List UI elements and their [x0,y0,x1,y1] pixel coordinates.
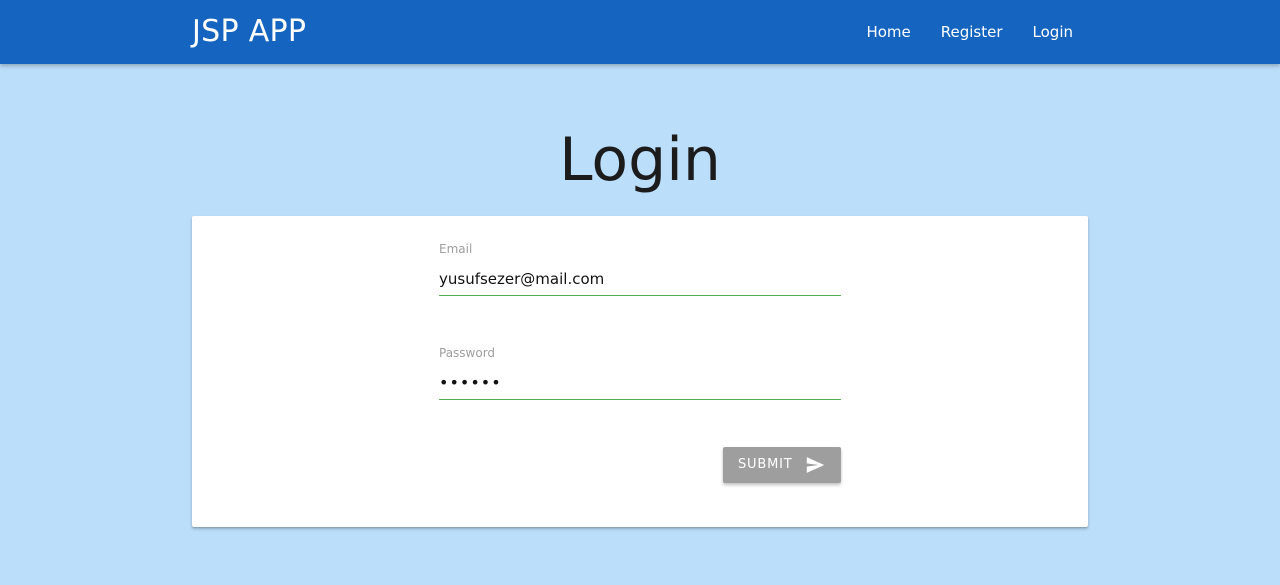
submit-button-label: SUBMIT [738,457,793,472]
nav-links: Home Register Login [851,0,1088,64]
email-input[interactable] [439,262,841,296]
navbar: JSP APP Home Register Login [0,0,1280,64]
brand-logo[interactable]: JSP APP [192,12,306,52]
page-title: Login [559,125,721,195]
nav-link-login[interactable]: Login [1018,0,1088,64]
password-field-group: Password [439,346,841,400]
email-field-group: Email [439,242,841,296]
nav-link-register[interactable]: Register [926,0,1018,64]
nav-link-home[interactable]: Home [851,0,925,64]
email-label: Email [439,242,473,256]
send-icon [806,457,825,473]
login-card: Email Password SUBMIT [192,216,1088,527]
password-label: Password [439,346,496,360]
submit-button[interactable]: SUBMIT [723,447,841,483]
password-input[interactable] [439,366,841,400]
